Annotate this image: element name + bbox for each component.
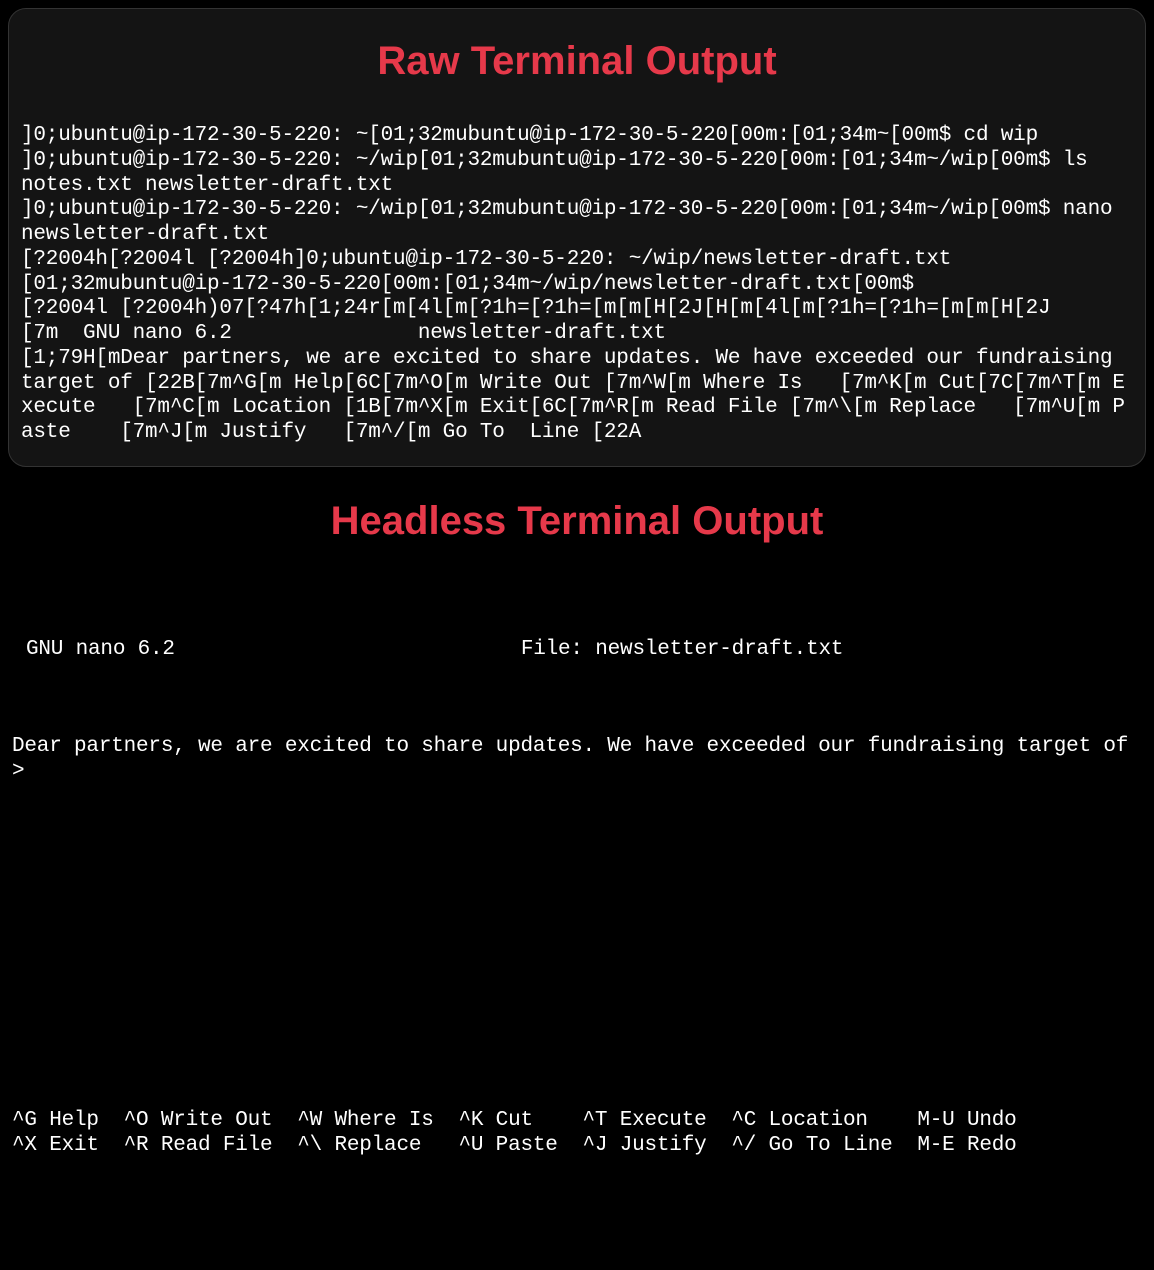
nano-header-bar: GNU nano 6.2File: newsletter-draft.txt <box>12 638 1142 685</box>
headless-terminal-title: Headless Terminal Output <box>0 479 1154 589</box>
nano-editor-body[interactable]: Dear partners, we are excited to share u… <box>12 735 1142 1045</box>
raw-terminal-panel: Raw Terminal Output ]0;ubuntu@ip-172-30-… <box>8 8 1146 467</box>
raw-terminal-title: Raw Terminal Output <box>9 9 1145 124</box>
headless-terminal-panel: Headless Terminal Output GNU nano 6.2Fil… <box>0 479 1154 1228</box>
raw-terminal-content: ]0;ubuntu@ip-172-30-5-220: ~[01;32mubunt… <box>9 124 1145 466</box>
nano-shortcuts-row-1: ^G Help ^O Write Out ^W Where Is ^K Cut … <box>12 1109 1142 1134</box>
nano-version-label: GNU nano 6.2 <box>12 638 175 663</box>
nano-shortcuts-bar: ^G Help ^O Write Out ^W Where Is ^K Cut … <box>12 1109 1142 1159</box>
nano-shortcuts-row-2: ^X Exit ^R Read File ^\ Replace ^U Paste… <box>12 1134 1142 1159</box>
nano-file-label: File: newsletter-draft.txt <box>175 638 843 663</box>
headless-terminal-content: GNU nano 6.2File: newsletter-draft.txt D… <box>0 589 1154 1228</box>
